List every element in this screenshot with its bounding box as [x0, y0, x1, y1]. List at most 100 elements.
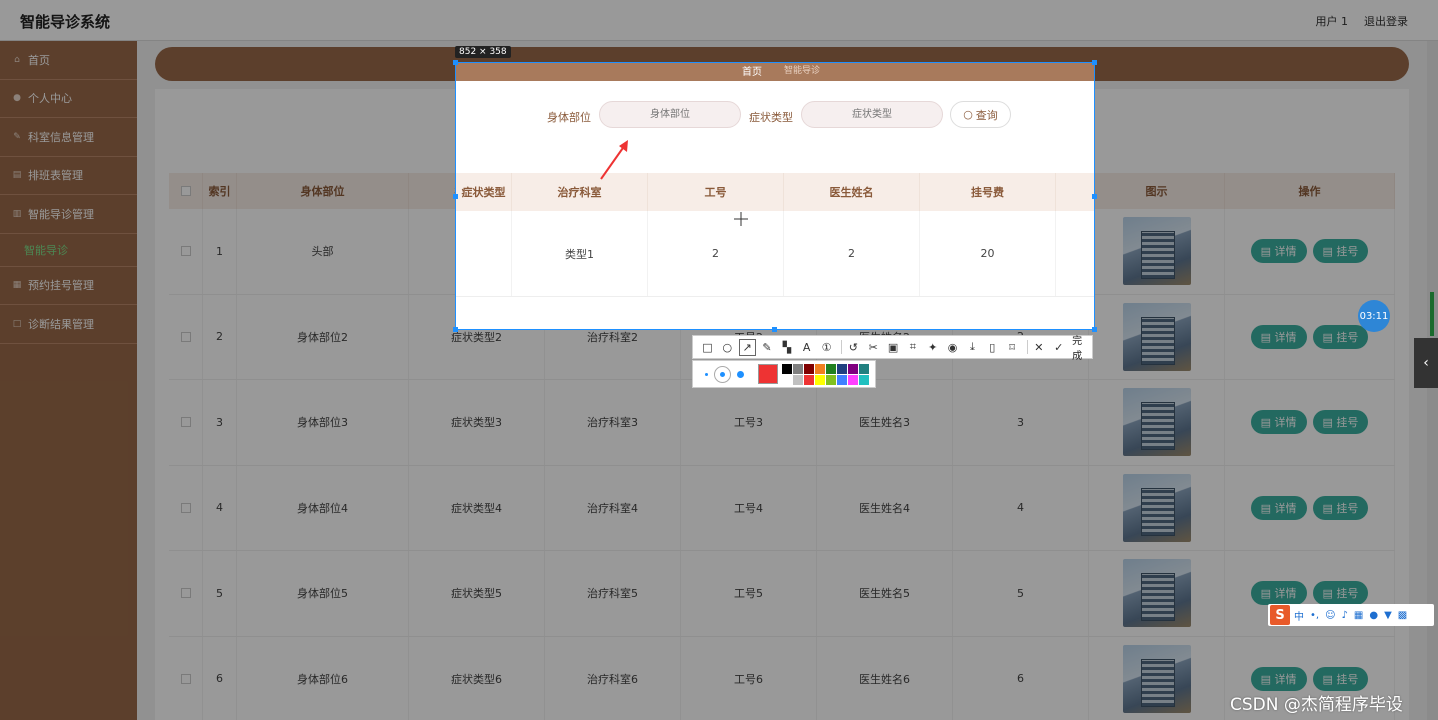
register-button[interactable]: ▤ 挂号	[1312, 495, 1369, 520]
collapse-side-tab[interactable]: ‹	[1414, 338, 1438, 388]
ocr-tool-icon[interactable]: ▣	[885, 339, 902, 356]
color-swatch[interactable]	[859, 363, 869, 374]
row-checkbox[interactable]	[180, 502, 191, 513]
detail-button[interactable]: ▤ 详情	[1250, 239, 1307, 264]
table-row[interactable]: 5 身体部位5 症状类型5 治疗科室5 工号5 医生姓名5 5 ▤ 详情 ▤ 挂号	[169, 551, 1395, 637]
th-doctor[interactable]: 医生姓名	[784, 173, 920, 211]
search-symptom-input[interactable]	[801, 101, 943, 128]
sidebar-subitem-guide[interactable]: 智能导诊	[0, 234, 137, 267]
th-image[interactable]: 图示	[1089, 173, 1225, 209]
row-checkbox[interactable]	[180, 588, 191, 599]
translate-tool-icon[interactable]: ⌗	[904, 339, 921, 356]
color-swatch[interactable]	[837, 363, 847, 374]
th-id[interactable]: 工号	[648, 173, 784, 211]
th-fee[interactable]: 挂号费	[920, 173, 1056, 211]
selection-handle-e[interactable]	[1092, 194, 1097, 199]
current-color-swatch[interactable]	[758, 364, 778, 384]
sidebar-item-appointment[interactable]: ▦ 预约挂号管理	[0, 267, 137, 305]
scissor-tool-icon[interactable]: ✂	[865, 339, 882, 356]
close-icon[interactable]: ✕	[1030, 339, 1047, 356]
row-checkbox[interactable]	[180, 417, 191, 428]
color-swatch[interactable]	[848, 374, 858, 385]
color-swatch[interactable]	[815, 363, 825, 374]
table-row[interactable]: 3 身体部位3 症状类型3 治疗科室3 工号3 医生姓名3 3 ▤ 详情 ▤ 挂号	[169, 380, 1395, 466]
selection-handle-s[interactable]	[772, 327, 777, 332]
pin-icon[interactable]: ✦	[924, 339, 941, 356]
long-screenshot-icon[interactable]: ▯	[984, 339, 1001, 356]
ime-shirt-icon[interactable]: ▼	[1384, 610, 1392, 621]
mosaic-tool-icon[interactable]: ▚	[778, 339, 795, 356]
ime-mode[interactable]: 中	[1294, 608, 1304, 623]
search-button[interactable]: ○ 查询	[950, 101, 1011, 128]
color-swatch[interactable]	[782, 363, 792, 374]
register-button[interactable]: ▤ 挂号	[1312, 239, 1369, 264]
color-swatch[interactable]	[782, 374, 792, 385]
arrow-tool-icon[interactable]: ↗	[738, 338, 756, 356]
number-tool-icon[interactable]: ①	[818, 339, 835, 356]
color-swatch[interactable]	[793, 374, 803, 385]
color-swatch[interactable]	[793, 363, 803, 374]
selection-handle-sw[interactable]	[453, 327, 458, 332]
rectangle-tool-icon[interactable]: □	[699, 339, 716, 356]
check-icon[interactable]: ✓	[1050, 339, 1067, 356]
table-row[interactable]: 6 身体部位6 症状类型6 治疗科室6 工号6 医生姓名6 6 ▤ 详情 ▤ 挂号	[169, 636, 1395, 720]
breadcrumb-home[interactable]: 首页	[742, 63, 762, 78]
ellipse-tool-icon[interactable]: ○	[719, 339, 736, 356]
table-row[interactable]: 类型1 2 2 20	[456, 211, 1094, 297]
search-body-input[interactable]	[599, 101, 741, 128]
selection-handle-ne[interactable]	[1092, 60, 1097, 65]
ime-keyboard-icon[interactable]: ▦	[1354, 610, 1363, 621]
register-button[interactable]: ▤ 挂号	[1312, 324, 1369, 349]
register-button[interactable]: ▤ 挂号	[1312, 581, 1369, 606]
sidebar-item-schedule[interactable]: ▤ 排班表管理	[0, 157, 137, 195]
brush-size-large[interactable]	[737, 370, 744, 378]
logout-link[interactable]: 退出登录	[1364, 13, 1408, 29]
sidebar-item-department[interactable]: ✎ 科室信息管理	[0, 118, 137, 157]
color-swatch[interactable]	[848, 363, 858, 374]
color-swatch[interactable]	[859, 374, 869, 385]
done-button[interactable]: 完成	[1072, 332, 1092, 362]
th-symptom[interactable]: 症状类型	[456, 173, 512, 211]
ime-grid-icon[interactable]: ▩	[1398, 610, 1407, 621]
selection-handle-se[interactable]	[1092, 327, 1097, 332]
sidebar-item-home[interactable]: ⌂ 首页	[0, 41, 137, 80]
color-swatch[interactable]	[815, 374, 825, 385]
brush-size-medium[interactable]	[714, 365, 731, 383]
detail-button[interactable]: ▤ 详情	[1250, 324, 1307, 349]
th-index[interactable]: 索引	[203, 173, 237, 209]
bookmark-icon[interactable]: ⌑	[1004, 339, 1021, 356]
select-all-cell[interactable]	[169, 173, 203, 209]
ime-punct-icon[interactable]: •,	[1310, 610, 1319, 621]
record-icon[interactable]: ◉	[944, 339, 961, 356]
color-swatch[interactable]	[837, 374, 847, 385]
timer-badge[interactable]: 03:11	[1358, 300, 1390, 332]
row-checkbox[interactable]	[180, 246, 191, 257]
ime-user-icon[interactable]: ●	[1369, 610, 1378, 621]
text-tool-icon[interactable]: A	[798, 339, 815, 356]
register-button[interactable]: ▤ 挂号	[1312, 410, 1369, 435]
sidebar-item-diagnosis[interactable]: □ 诊断结果管理	[0, 305, 137, 344]
ime-mic-icon[interactable]: ♪	[1342, 610, 1348, 621]
table-row[interactable]: 4 身体部位4 症状类型4 治疗科室4 工号4 医生姓名4 4 ▤ 详情 ▤ 挂号	[169, 465, 1395, 551]
selection-handle-w[interactable]	[453, 194, 458, 199]
color-swatch[interactable]	[804, 363, 814, 374]
detail-button[interactable]: ▤ 详情	[1250, 495, 1307, 520]
color-swatch[interactable]	[804, 374, 814, 385]
detail-button[interactable]: ▤ 详情	[1250, 666, 1307, 691]
th-dept[interactable]: 治疗科室	[512, 173, 648, 211]
row-checkbox[interactable]	[180, 331, 191, 342]
detail-button[interactable]: ▤ 详情	[1250, 581, 1307, 606]
screenshot-selection[interactable]: 首页 智能导诊 身体部位 症状类型 ○查询 症状类型 治疗科室 工号 医生姓名 …	[455, 62, 1095, 330]
color-swatch[interactable]	[826, 374, 836, 385]
undo-icon[interactable]: ↺	[845, 339, 862, 356]
register-button[interactable]: ▤ 挂号	[1312, 666, 1369, 691]
brush-size-small[interactable]	[705, 372, 708, 376]
color-swatch[interactable]	[826, 363, 836, 374]
selection-handle-nw[interactable]	[453, 60, 458, 65]
select-all-checkbox[interactable]	[180, 186, 191, 196]
sidebar-item-profile[interactable]: ● 个人中心	[0, 80, 137, 118]
detail-button[interactable]: ▤ 详情	[1250, 410, 1307, 435]
pen-tool-icon[interactable]: ✎	[759, 339, 776, 356]
download-icon[interactable]: ⤓	[964, 339, 981, 356]
ime-emoji-icon[interactable]: ☺	[1325, 610, 1335, 621]
